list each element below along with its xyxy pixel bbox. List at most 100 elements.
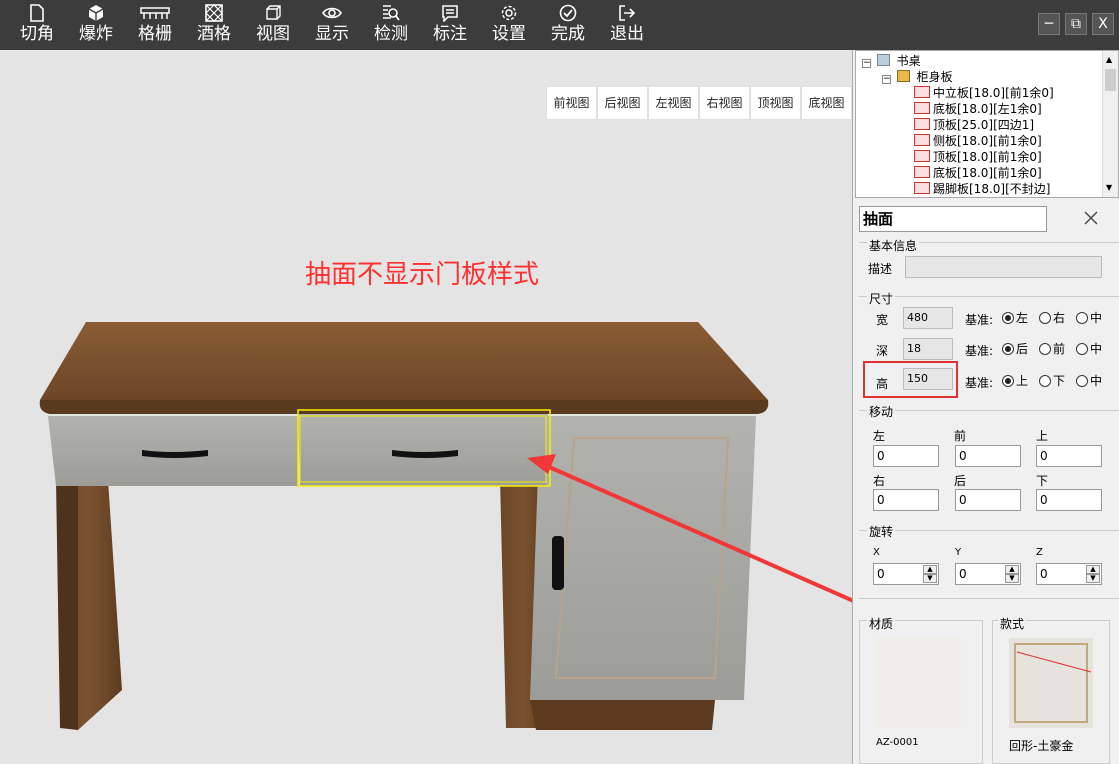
back-view-tab[interactable]: 后视图: [597, 86, 648, 120]
toolbar-label: 格栅: [138, 24, 172, 44]
width-base-left-radio[interactable]: 左: [1002, 311, 1028, 325]
toolbar-inspect-button[interactable]: 检测: [363, 0, 419, 50]
move-up-input[interactable]: 0: [1036, 445, 1102, 467]
tree-item-label: 顶板[25.0][四边1]: [933, 118, 1035, 132]
toolbar-grille-button[interactable]: 格栅: [127, 0, 183, 50]
toolbar-label: 视图: [256, 24, 290, 44]
minimize-button[interactable]: ─: [1038, 13, 1060, 35]
move-right-label: 右: [873, 474, 886, 488]
toolbar-display-button[interactable]: 显示: [304, 0, 360, 50]
spin-up-icon[interactable]: ▲: [923, 565, 937, 574]
right-view-tab[interactable]: 右视图: [699, 86, 750, 120]
height-base-top-radio[interactable]: 上: [1002, 374, 1028, 388]
scroll-down-icon[interactable]: ▼: [1106, 183, 1112, 192]
tree-item[interactable]: 顶板[18.0][前1余0]: [914, 149, 1042, 165]
toolbar-finish-button[interactable]: 完成: [540, 0, 596, 50]
style-thumbnail[interactable]: [1009, 638, 1093, 728]
toolbar-label: 爆炸: [79, 24, 113, 44]
desk-model-render[interactable]: [0, 50, 852, 764]
tree-item[interactable]: 中立板[18.0][前1余0]: [914, 85, 1054, 101]
scroll-thumb[interactable]: [1105, 69, 1116, 91]
depth-base-back-radio[interactable]: 后: [1002, 342, 1028, 356]
material-swatch[interactable]: [877, 638, 961, 728]
toolbar-settings-button[interactable]: 设置: [481, 0, 537, 50]
board-icon: [914, 134, 930, 146]
close-window-button[interactable]: X: [1092, 13, 1114, 35]
rot-z-spinner[interactable]: 0 ▲ ▼: [1036, 563, 1102, 585]
move-left-input[interactable]: 0: [873, 445, 939, 467]
rot-z-value: 0: [1040, 567, 1048, 581]
rot-x-spinner[interactable]: 0 ▲ ▼: [873, 563, 939, 585]
spin-down-icon[interactable]: ▼: [923, 574, 937, 583]
spin-down-icon[interactable]: ▼: [1005, 574, 1019, 583]
move-right-input[interactable]: 0: [873, 489, 939, 511]
height-base-label: 基准:: [965, 376, 994, 390]
width-base-right-radio[interactable]: 右: [1039, 311, 1065, 325]
toolbar-label: 检测: [374, 24, 408, 44]
front-view-tab[interactable]: 前视图: [546, 86, 597, 120]
material-title: 材质: [867, 615, 896, 632]
toolbar-label: 切角: [20, 24, 54, 44]
tree-scrollbar[interactable]: ▲ ▼: [1102, 51, 1118, 197]
tree-item-label: 踢脚板[18.0][不封边]: [933, 182, 1051, 196]
desc-label: 描述: [868, 262, 893, 276]
toolbar-explode-button[interactable]: 爆炸: [68, 0, 124, 50]
annotation-text: 抽面不显示门板样式: [305, 260, 540, 290]
collapse-icon[interactable]: −: [882, 75, 891, 84]
rotate-title: 旋转: [867, 523, 896, 540]
top-view-tab[interactable]: 顶视图: [750, 86, 801, 120]
move-back-input[interactable]: 0: [955, 489, 1021, 511]
wine-rack-icon: [205, 4, 223, 22]
depth-base-center-radio[interactable]: 中: [1076, 342, 1102, 356]
tree-item-label: 中立板[18.0][前1余0]: [933, 86, 1054, 100]
toolbar-exit-button[interactable]: 退出: [599, 0, 655, 50]
scroll-up-icon[interactable]: ▲: [1106, 55, 1112, 64]
height-base-center-radio[interactable]: 中: [1076, 374, 1102, 388]
desc-field[interactable]: [905, 256, 1102, 278]
depth-field[interactable]: 18: [903, 338, 953, 360]
toolbar-label: 标注: [433, 24, 467, 44]
annotation-icon: [442, 5, 458, 22]
left-view-tab[interactable]: 左视图: [648, 86, 699, 120]
toolbar-bevel-button[interactable]: 切角: [9, 0, 65, 50]
collapse-icon[interactable]: −: [862, 59, 871, 68]
tree-item[interactable]: 底板[18.0][左1余0]: [914, 101, 1042, 117]
spin-up-icon[interactable]: ▲: [1086, 565, 1100, 574]
tree-item[interactable]: 踢脚板[18.0][不封边]: [914, 181, 1050, 197]
properties-panel: − 书桌 − 柜身板 中立板[18.0][前1余0] 底板[18.0][左1余0…: [852, 50, 1119, 764]
restore-button[interactable]: ⧉: [1065, 13, 1087, 35]
toolbar-view-button[interactable]: 视图: [245, 0, 301, 50]
inspect-icon: [383, 5, 400, 21]
width-base-center-radio[interactable]: 中: [1076, 311, 1102, 325]
spin-down-icon[interactable]: ▼: [1086, 574, 1100, 583]
rot-y-value: 0: [959, 567, 967, 581]
toolbar-wine-rack-button[interactable]: 酒格: [186, 0, 242, 50]
bottom-view-tab[interactable]: 底视图: [801, 86, 852, 120]
spin-up-icon[interactable]: ▲: [1005, 565, 1019, 574]
toolbar-label: 完成: [551, 24, 585, 44]
rot-y-spinner[interactable]: 0 ▲ ▼: [955, 563, 1021, 585]
toolbar-annotate-button[interactable]: 标注: [422, 0, 478, 50]
main-toolbar: 切角 爆炸 格栅 酒格 视图 显示 检测 标注 设置 完成 退出 ─ ⧉ X: [0, 0, 1119, 50]
height-field[interactable]: 150: [903, 368, 953, 390]
part-tree[interactable]: − 书桌 − 柜身板 中立板[18.0][前1余0] 底板[18.0][左1余0…: [855, 50, 1119, 198]
page-icon: [30, 4, 44, 22]
tree-item-label: 顶板[18.0][前1余0]: [933, 150, 1042, 164]
move-down-input[interactable]: 0: [1036, 489, 1102, 511]
tree-item[interactable]: 顶板[25.0][四边1]: [914, 117, 1034, 133]
move-up-label: 上: [1036, 429, 1049, 443]
tree-item[interactable]: 侧板[18.0][前1余0]: [914, 133, 1042, 149]
height-base-bottom-radio[interactable]: 下: [1039, 374, 1065, 388]
basic-info-title: 基本信息: [867, 237, 920, 254]
close-icon[interactable]: [1084, 211, 1098, 225]
material-code: AZ-0001: [876, 737, 919, 748]
board-icon: [914, 86, 930, 98]
tree-item[interactable]: 底板[18.0][前1余0]: [914, 165, 1042, 181]
move-front-input[interactable]: 0: [955, 445, 1021, 467]
tree-root[interactable]: − 书桌: [862, 53, 921, 69]
part-name-field[interactable]: 抽面: [859, 206, 1047, 232]
width-field[interactable]: 480: [903, 307, 953, 329]
3d-viewport[interactable]: 前视图 后视图 左视图 右视图 顶视图 底视图 抽面不显示门板样式: [0, 50, 852, 764]
depth-base-front-radio[interactable]: 前: [1039, 342, 1065, 356]
tree-group[interactable]: − 柜身板: [882, 69, 953, 85]
